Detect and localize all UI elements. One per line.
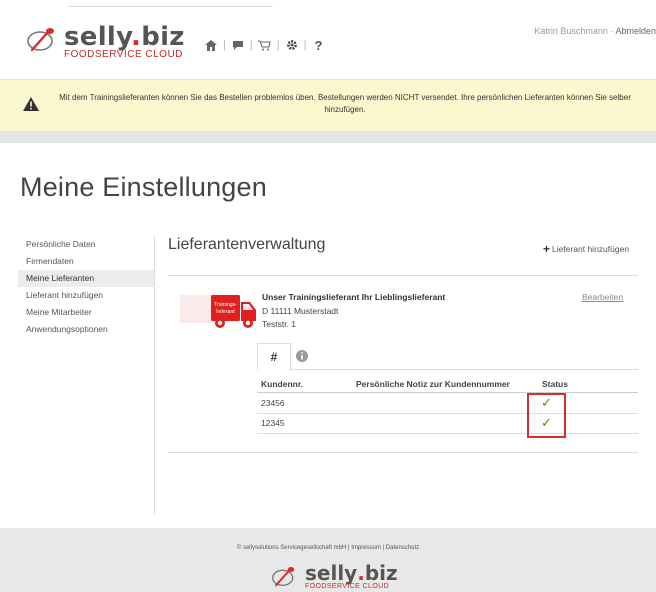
sidebar-item-my-employees[interactable]: Meine Mitarbeiter [18,304,154,321]
sidebar-item-add-supplier[interactable]: Lieferant hinzufügen [18,287,154,304]
supplier-name: Unser Trainingslieferant Ihr Lieblingsli… [262,292,446,302]
spoon-logo-icon [272,567,295,587]
add-supplier-label: Lieferant hinzufügen [552,244,630,254]
section-divider [168,275,638,276]
user-area: Katrin Buschmann · Abmelden [534,26,656,36]
user-name[interactable]: Katrin Buschmann [534,26,608,36]
supplier-city: D 11111 Musterstadt [262,306,339,316]
add-supplier-button[interactable]: + Lieferant hinzufügen [543,242,629,256]
status-highlight-box [527,393,566,438]
edit-supplier-link[interactable]: Bearbeiten [582,292,623,302]
tab-customer-numbers[interactable]: # [257,343,291,371]
user-separator: · [610,26,614,36]
brand-name: selly.biz [64,22,185,52]
brand-logo[interactable]: selly.biz FOODSERVICE CLOUD [26,22,201,62]
help-icon[interactable]: ? [310,38,326,53]
column-header-note: Persönliche Notiz zur Kundennummer [356,379,510,389]
footer-copyright[interactable]: © sellysolutions Servicegesellschaft mbH… [0,545,656,551]
header-band [0,131,656,143]
cart-icon[interactable] [257,38,273,52]
sidebar-divider [154,236,155,514]
supplier-tabs: # [257,343,638,371]
footer-brand-name: selly.biz [305,561,398,585]
supplier-street: Teststr. 1 [262,319,297,329]
page-title: Meine Einstellungen [20,172,267,202]
footer-logo: selly.biz FOODSERVICE CLOUD [271,561,401,591]
home-icon[interactable] [203,38,219,52]
table-row-divider [257,433,638,434]
sidebar-item-personal-data[interactable]: Persönliche Daten [18,236,154,253]
warning-icon [23,97,39,111]
sidebar-item-app-options[interactable]: Anwendungsoptionen [18,321,154,338]
column-header-status: Status [542,379,568,389]
section-bottom-divider [168,452,638,453]
sidebar-item-my-suppliers[interactable]: Meine Lieferanten [18,270,154,287]
training-truck-icon: Trainings- lieferant [180,295,256,328]
nav-separator: | [303,39,307,51]
gear-icon[interactable] [284,38,300,52]
table-row-customer-no: 23456 [261,398,285,408]
chat-icon[interactable] [230,38,246,52]
footer: © sellysolutions Servicegesellschaft mbH… [0,528,656,592]
column-header-customer-no: Kundennr. [261,379,304,389]
truck-label-line2: lieferant [216,309,235,315]
plus-icon: + [543,242,551,256]
banner-text: Mit dem Trainingslieferanten können Sie … [59,93,631,114]
logout-link[interactable]: Abmelden [615,26,656,36]
brand-tagline: FOODSERVICE CLOUD [64,49,183,60]
info-icon[interactable] [295,349,309,363]
footer-brand-tagline: FOODSERVICE CLOUD [305,583,390,590]
top-bar: selly.biz FOODSERVICE CLOUD | | | | ? Ka… [0,0,656,80]
nav-separator: | [223,39,226,51]
table-row-divider [257,413,638,414]
top-divider [68,6,273,7]
spoon-logo-icon [27,28,54,52]
nav-separator: | [276,39,280,51]
table-row-customer-no: 12345 [261,418,285,428]
table-header-divider [257,392,638,393]
section-title: Lieferantenverwaltung [168,236,326,253]
settings-sidebar: Persönliche Daten Firmendaten Meine Lief… [18,236,154,338]
training-banner: Mit dem Trainingslieferanten können Sie … [0,80,656,131]
truck-label-line1: Trainings- [214,302,237,308]
nav-separator: | [249,39,253,51]
sidebar-item-company-data[interactable]: Firmendaten [18,253,154,270]
header-nav: | | | | ? [203,38,326,53]
